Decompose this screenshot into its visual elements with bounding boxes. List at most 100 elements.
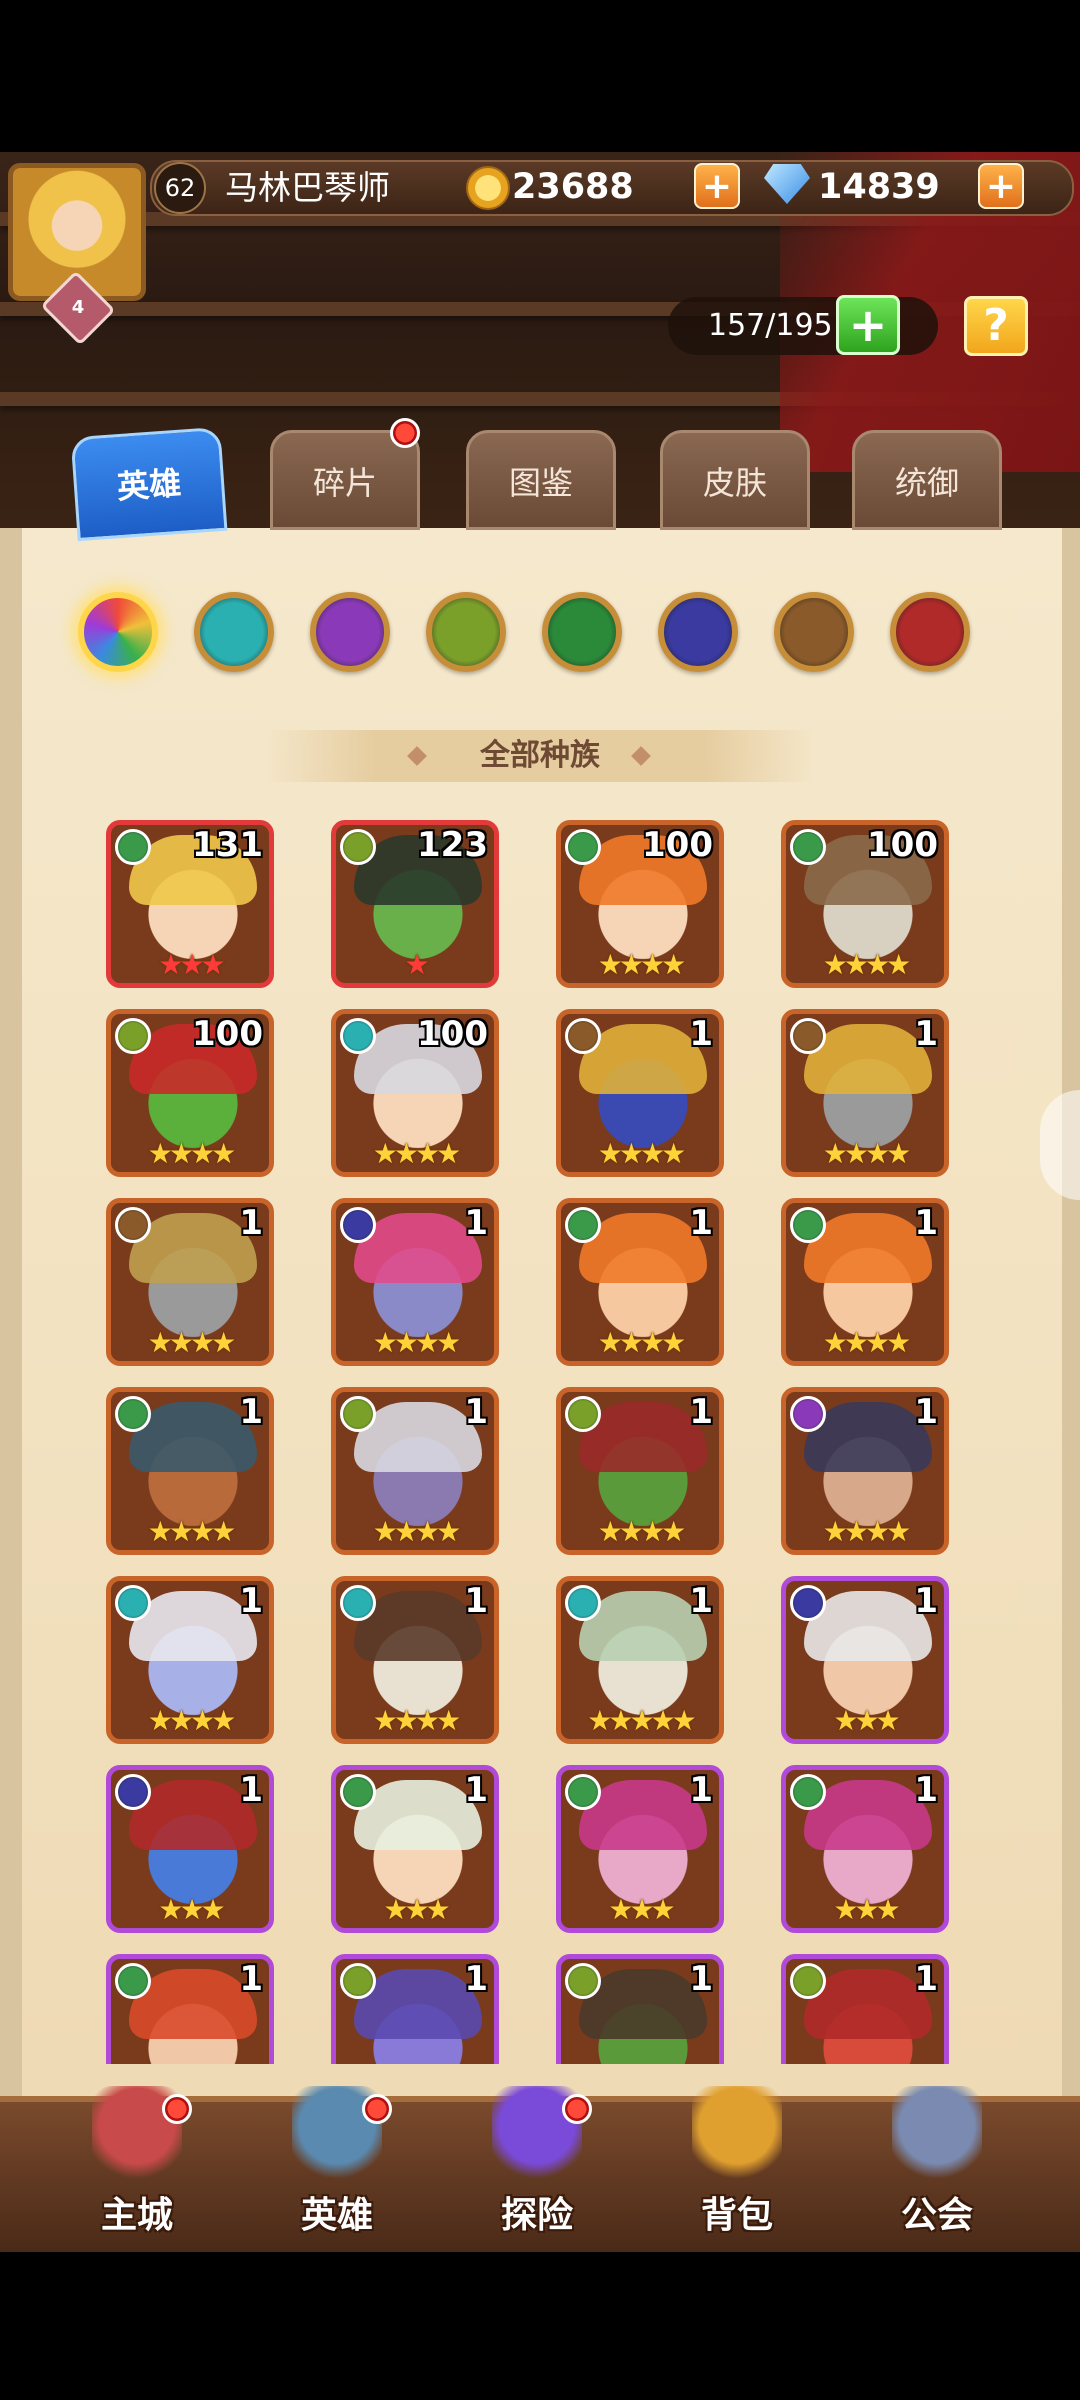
expand-capacity-button[interactable]: +	[836, 295, 900, 355]
gold-coin-icon	[466, 166, 510, 210]
nav-item-castle[interactable]: 主城	[62, 2086, 212, 2246]
hero-card[interactable]: 1	[556, 1954, 724, 2064]
hero-card[interactable]: 1 ★★★	[331, 1765, 499, 1933]
race-badge-icon	[790, 1585, 826, 1621]
race-badge-icon	[565, 1774, 601, 1810]
hero-level: 100	[192, 1014, 263, 1054]
tab-codex[interactable]: 图鉴	[466, 430, 616, 530]
hero-card[interactable]: 100 ★★★★	[781, 820, 949, 988]
star-rating: ★★★★	[372, 1515, 461, 1548]
race-badge-icon	[790, 1774, 826, 1810]
star-rating: ★★★	[608, 1893, 675, 1926]
hero-card[interactable]: 1 ★★★★	[331, 1576, 499, 1744]
nav-item-backpack[interactable]: 背包	[662, 2086, 812, 2246]
hero-level: 1	[689, 1203, 713, 1243]
tab-command[interactable]: 统御	[852, 430, 1002, 530]
notification-dot	[162, 2094, 192, 2124]
guild-icon	[892, 2086, 982, 2186]
all-races-icon[interactable]	[78, 592, 158, 672]
add-gold-button[interactable]: +	[694, 163, 740, 209]
hero-card[interactable]: 123 ★	[331, 820, 499, 988]
help-button[interactable]: ?	[964, 296, 1028, 356]
hero-card[interactable]: 1 ★★★★	[781, 1198, 949, 1366]
hero-card[interactable]: 131 ★★★	[106, 820, 274, 988]
hero-level: 1	[464, 1770, 488, 1810]
hero-card[interactable]: 1 ★★★★	[556, 1198, 724, 1366]
hero-card[interactable]: 1 ★★★★	[556, 1009, 724, 1177]
hero-card[interactable]: 1 ★★★★	[106, 1387, 274, 1555]
tab-heroes[interactable]: 英雄	[70, 426, 228, 542]
earth-race-icon[interactable]	[426, 592, 506, 672]
hero-card[interactable]: 1	[781, 1954, 949, 2064]
race-badge-icon	[115, 1774, 151, 1810]
hero-card[interactable]: 100 ★★★★	[331, 1009, 499, 1177]
race-badge-icon	[340, 1963, 376, 1999]
hero-card[interactable]: 1 ★★★	[781, 1765, 949, 1933]
hero-card[interactable]: 1	[106, 1954, 274, 2064]
backpack-icon	[692, 2086, 782, 2186]
hero-card[interactable]: 1 ★★★★	[781, 1387, 949, 1555]
hero-card[interactable]: 1 ★★★	[556, 1765, 724, 1933]
star-rating: ★★★★	[147, 1515, 236, 1548]
star-rating: ★★★★	[372, 1326, 461, 1359]
player-level: 62	[154, 162, 206, 214]
star-rating: ★★★	[833, 1704, 900, 1737]
hero-level: 1	[689, 1014, 713, 1054]
gold-amount: 23688	[512, 167, 634, 207]
hero-level: 1	[239, 1581, 263, 1621]
hero-card[interactable]: 1 ★★★★★	[556, 1576, 724, 1744]
dark-race-icon[interactable]	[658, 592, 738, 672]
hero-level: 1	[914, 1581, 938, 1621]
nav-label: 背包	[700, 2195, 773, 2236]
forest-race-icon[interactable]	[542, 592, 622, 672]
hero-level: 1	[689, 1581, 713, 1621]
star-rating: ★★★★	[372, 1137, 461, 1170]
player-name: 马林巴琴师	[225, 168, 390, 207]
nav-item-guild[interactable]: 公会	[862, 2086, 1012, 2246]
hero-card[interactable]: 1 ★★★★	[331, 1198, 499, 1366]
hero-level: 1	[914, 1770, 938, 1810]
star-rating: ★★★★	[597, 1137, 686, 1170]
nav-item-portal[interactable]: 探险	[462, 2086, 612, 2246]
nav-item-hero[interactable]: 英雄	[262, 2086, 412, 2246]
star-rating: ★★★★	[822, 1137, 911, 1170]
hero-card[interactable]: 100 ★★★★	[556, 820, 724, 988]
hero-card[interactable]: 1 ★★★	[106, 1765, 274, 1933]
star-rating: ★★★★	[147, 1137, 236, 1170]
add-gems-button[interactable]: +	[978, 163, 1024, 209]
race-badge-icon	[340, 1585, 376, 1621]
star-rating: ★★★★	[822, 1515, 911, 1548]
nav-label: 探险	[500, 2195, 573, 2236]
nav-label: 主城	[100, 2195, 173, 2236]
light-race-icon[interactable]	[774, 592, 854, 672]
race-badge-icon	[115, 1585, 151, 1621]
hero-card[interactable]: 1 ★★★★	[556, 1387, 724, 1555]
hero-card[interactable]: 100 ★★★★	[106, 1009, 274, 1177]
hero-card[interactable]: 1	[331, 1954, 499, 2064]
hero-card[interactable]: 1 ★★★★	[331, 1387, 499, 1555]
hero-level: 1	[464, 1959, 488, 1999]
hero-level: 1	[239, 1203, 263, 1243]
hero-level: 1	[914, 1959, 938, 1999]
race-badge-icon	[565, 1963, 601, 1999]
hero-level: 1	[464, 1203, 488, 1243]
hero-level: 1	[689, 1770, 713, 1810]
hero-card[interactable]: 1 ★★★★	[106, 1576, 274, 1744]
hero-level: 1	[239, 1770, 263, 1810]
star-rating: ★★★	[383, 1893, 450, 1926]
race-badge-icon	[565, 1396, 601, 1432]
race-badge-icon	[340, 1774, 376, 1810]
shadow-race-icon[interactable]	[310, 592, 390, 672]
gem-amount: 14839	[818, 167, 940, 207]
fire-race-icon[interactable]	[890, 592, 970, 672]
hero-card[interactable]: 1 ★★★★	[106, 1198, 274, 1366]
race-badge-icon	[340, 1396, 376, 1432]
star-rating: ★★★★	[822, 948, 911, 981]
tab-skins[interactable]: 皮肤	[660, 430, 810, 530]
hero-level: 123	[417, 825, 488, 865]
star-rating: ★★★★	[597, 1326, 686, 1359]
hero-card[interactable]: 1 ★★★	[781, 1576, 949, 1744]
hero-card[interactable]: 1 ★★★★	[781, 1009, 949, 1177]
hero-level: 1	[914, 1014, 938, 1054]
water-race-icon[interactable]	[194, 592, 274, 672]
